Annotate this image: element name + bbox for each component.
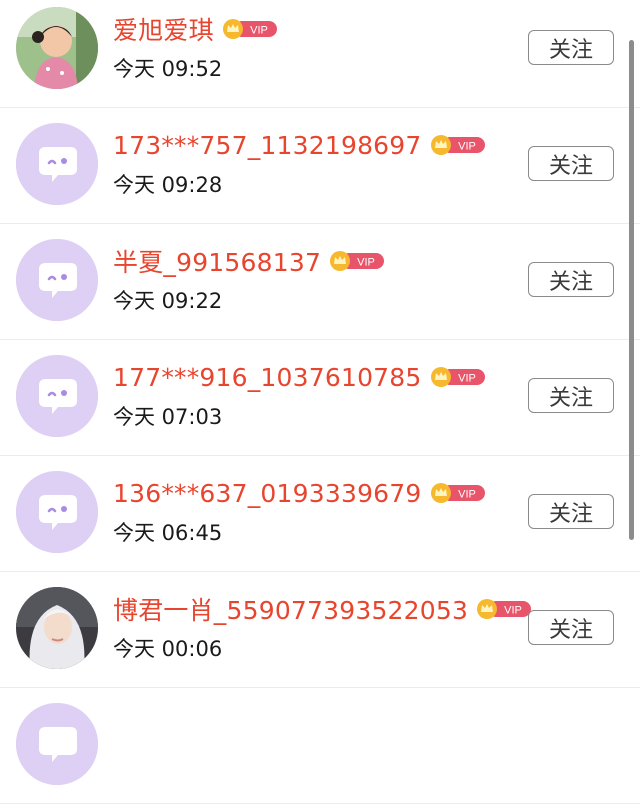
follow-button[interactable]: 关注 (528, 378, 614, 413)
vip-badge: VIP (430, 366, 486, 388)
username[interactable]: 半夏_991568137 (113, 243, 321, 279)
list-item[interactable]: 136***637_0193339679 VIP 今天 06:45 关注 (0, 456, 640, 572)
user-list: 爱旭爱琪 VIP 今天 09:52 关注 173***757_113219869… (0, 0, 640, 804)
vip-badge: VIP (329, 250, 385, 272)
visit-time: 今天 06:45 (113, 521, 223, 545)
follow-button[interactable]: 关注 (528, 30, 614, 65)
follow-button[interactable]: 关注 (528, 146, 614, 181)
vip-text: VIP (458, 373, 476, 385)
visit-time: 今天 09:52 (113, 57, 223, 81)
list-item[interactable]: 177***916_1037610785 VIP 今天 07:03 关注 (0, 340, 640, 456)
vip-text: VIP (250, 25, 268, 37)
list-item[interactable]: 173***757_1132198697 VIP 今天 09:28 关注 (0, 108, 640, 224)
vip-badge: VIP (222, 18, 278, 40)
follow-button[interactable]: 关注 (528, 610, 614, 645)
chat-bubble-icon (16, 471, 98, 553)
username[interactable]: 136***637_0193339679 (113, 479, 422, 508)
follow-button[interactable]: 关注 (528, 494, 614, 529)
username[interactable]: 177***916_1037610785 (113, 363, 422, 392)
vip-text: VIP (504, 605, 522, 617)
avatar[interactable] (16, 587, 98, 669)
vip-badge: VIP (476, 598, 532, 620)
username[interactable]: 爱旭爱琪 (113, 11, 214, 47)
vip-text: VIP (357, 257, 375, 269)
vip-badge: VIP (430, 482, 486, 504)
avatar[interactable] (16, 7, 98, 89)
visit-time: 今天 00:06 (113, 637, 223, 661)
visit-time: 今天 07:03 (113, 405, 223, 429)
visit-time: 今天 09:22 (113, 289, 223, 313)
chat-bubble-icon (16, 703, 98, 785)
avatar[interactable] (16, 355, 98, 437)
avatar[interactable] (16, 123, 98, 205)
username[interactable]: 博君一肖_559077393522053 (113, 591, 468, 627)
list-item[interactable] (0, 688, 640, 804)
chat-bubble-icon (16, 355, 98, 437)
list-item[interactable]: 爱旭爱琪 VIP 今天 09:52 关注 (0, 0, 640, 108)
username[interactable]: 173***757_1132198697 (113, 131, 422, 160)
follow-button[interactable]: 关注 (528, 262, 614, 297)
chat-bubble-icon (16, 239, 98, 321)
list-item[interactable]: 半夏_991568137 VIP 今天 09:22 关注 (0, 224, 640, 340)
chat-bubble-icon (16, 123, 98, 205)
scrollbar[interactable] (629, 40, 634, 540)
visit-time: 今天 09:28 (113, 173, 223, 197)
vip-text: VIP (458, 141, 476, 153)
vip-badge: VIP (430, 134, 486, 156)
avatar[interactable] (16, 703, 98, 785)
avatar[interactable] (16, 239, 98, 321)
list-item[interactable]: 博君一肖_559077393522053 VIP 今天 00:06 关注 (0, 572, 640, 688)
avatar[interactable] (16, 471, 98, 553)
vip-text: VIP (458, 489, 476, 501)
